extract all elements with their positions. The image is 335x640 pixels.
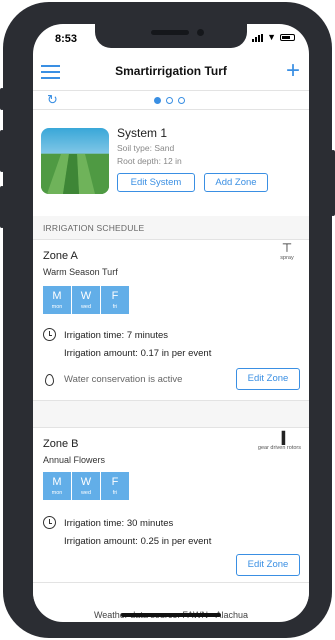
battery-icon [280,34,295,41]
mute-switch [0,88,4,110]
day-tile: Wwed [72,286,100,314]
app-screen: 8:53 ▼ Smartirrigation Turf + ↻ System 1… [33,24,309,622]
day-tile: Mmon [43,286,71,314]
speaker-grille [151,30,189,35]
water-drop-icon [45,374,54,386]
wifi-icon: ▼ [267,32,276,42]
schedule-header-label: IRRIGATION SCHEDULE [43,223,145,233]
page-title: Smartirrigation Turf [115,64,227,78]
zone-name: Zone A [43,250,78,262]
schedule-header: IRRIGATION SCHEDULE [33,216,309,240]
irrigation-amount: Irrigation amount: 0.25 in per event [64,536,212,547]
zone-divider [33,400,309,428]
refresh-icon[interactable]: ↻ [47,93,58,107]
clock-icon [43,328,56,341]
watering-days: Mmon Wwed Ffri [43,286,129,314]
rotor-head-icon: ▍ gear driven rotors [231,432,301,452]
root-depth: Root depth: 12 in [117,156,182,166]
zone-plant-type: Warm Season Turf [43,267,118,277]
volume-down-button [0,186,4,228]
status-icons: ▼ [252,33,295,42]
page-dot-1[interactable] [154,97,161,104]
add-zone-button[interactable]: Add Zone [204,173,268,192]
day-tile: Ffri [101,472,129,500]
zone-card: Zone B Annual Flowers ▍ gear driven roto… [33,428,309,578]
page-indicator[interactable] [154,97,185,104]
status-time: 8:53 [55,33,78,45]
side-button [331,150,335,216]
sprinkler-type-label: spray [280,255,294,261]
zone-name: Zone B [43,438,79,450]
front-camera [197,29,204,36]
add-system-button[interactable]: + [286,58,300,84]
soil-type: Soil type: Sand [117,143,175,153]
turf-image [41,128,109,194]
edit-system-button[interactable]: Edit System [117,173,195,192]
page-dot-3[interactable] [178,97,185,104]
edit-zone-button[interactable]: Edit Zone [236,368,300,390]
device-notch [95,24,247,48]
page-dot-2[interactable] [166,97,173,104]
zone-plant-type: Annual Flowers [43,455,106,465]
day-tile: Mmon [43,472,71,500]
clock-icon [43,516,56,529]
system-card: System 1 Soil type: Sand Root depth: 12 … [33,110,309,214]
day-tile: Ffri [101,286,129,314]
conservation-status: Water conservation is active [64,374,183,385]
irrigation-time: Irrigation time: 7 minutes [64,330,169,341]
irrigation-time: Irrigation time: 30 minutes [64,518,174,529]
system-name: System 1 [117,126,168,140]
sprinkler-type-label: gear driven rotors [257,445,301,451]
edit-zone-button[interactable]: Edit Zone [236,554,300,576]
zone-card: Zone A Warm Season Turf ⊤ spray Mmon Wwe… [33,240,309,396]
volume-up-button [0,130,4,172]
pager-bar: ↻ [33,90,309,110]
day-tile: Wwed [72,472,100,500]
phone-frame: 8:53 ▼ Smartirrigation Turf + ↻ System 1… [3,2,332,638]
watering-days: Mmon Wwed Ffri [43,472,129,500]
navigation-bar: Smartirrigation Turf + [33,56,309,88]
irrigation-amount: Irrigation amount: 0.17 in per event [64,348,212,359]
zone-divider [33,582,309,608]
cell-signal-icon [252,33,264,42]
spray-head-icon: ⊤ spray [273,242,301,262]
home-indicator[interactable] [121,613,221,617]
